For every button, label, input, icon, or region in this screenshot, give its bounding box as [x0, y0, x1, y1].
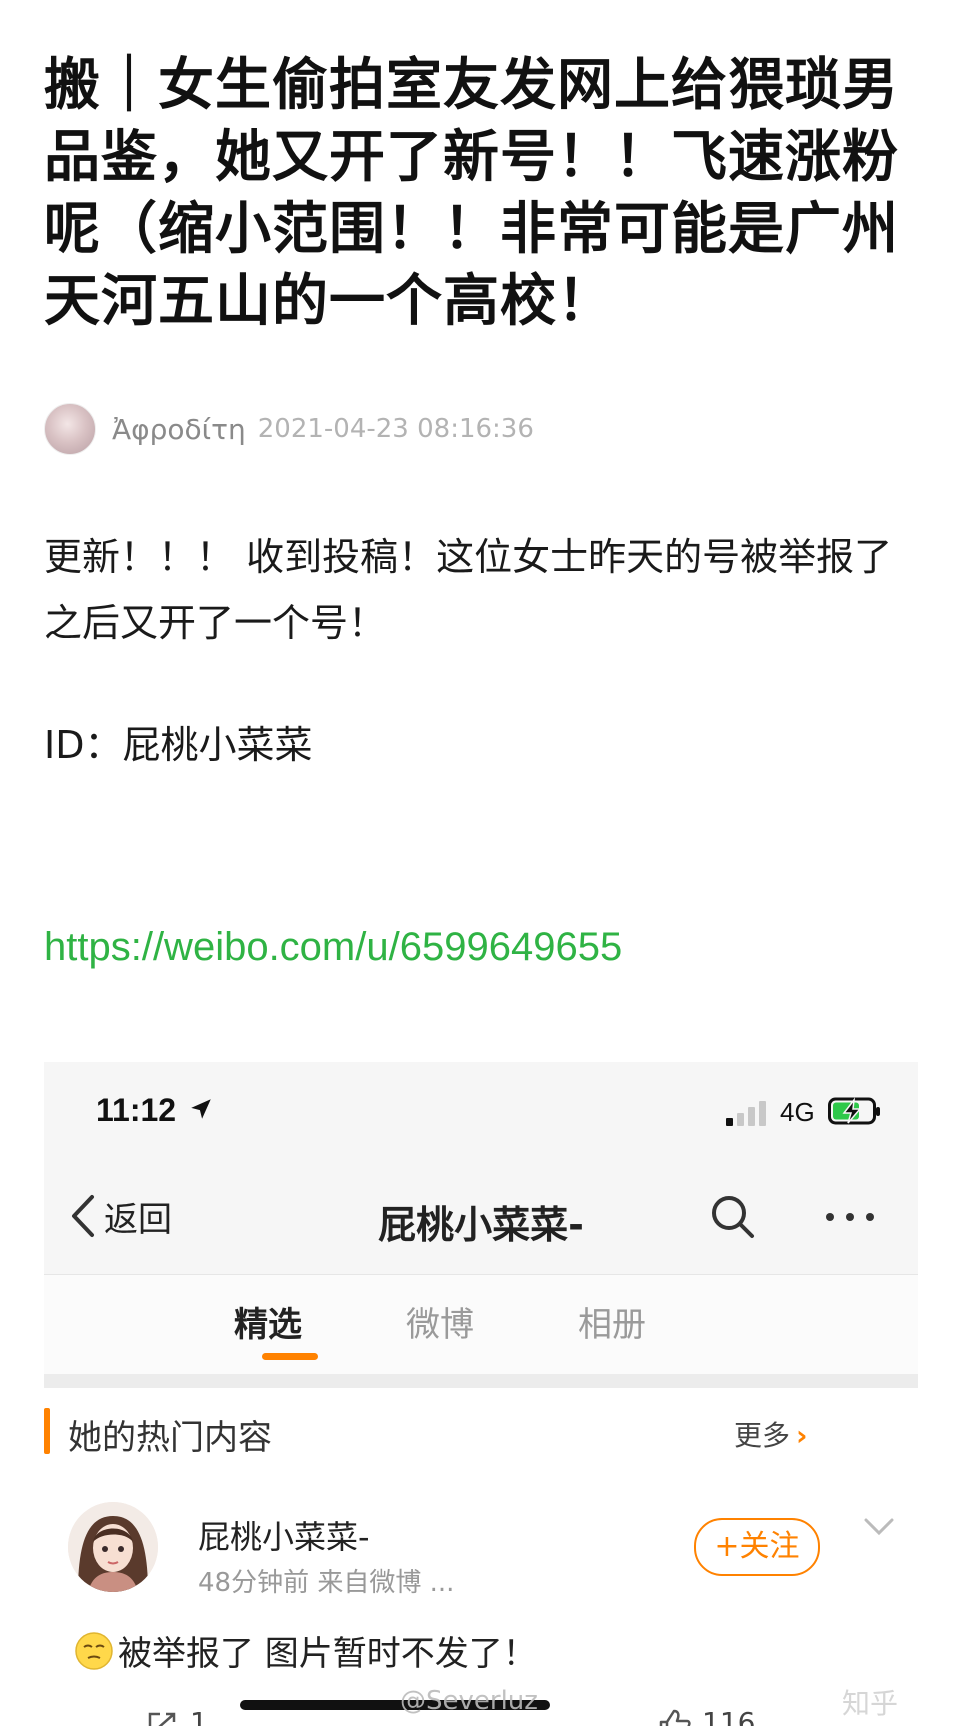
- search-icon[interactable]: [708, 1192, 758, 1242]
- article-paragraph: 更新！！！ 收到投稿！这位女士昨天的号被举报了之后又开了一个号！: [44, 535, 893, 645]
- location-arrow-icon: [191, 1099, 211, 1119]
- embedded-screenshot: 11:12 4G 返回 屁桃小菜菜- 精选 微博 相册 她的热门内容 更多 › …: [44, 1062, 918, 1726]
- post-text-content: 被举报了 图片暂时不发了！: [118, 1634, 537, 1674]
- post-timestamp: 2021-04-23 08:16:36: [257, 414, 534, 444]
- zhihu-watermark: 知乎: [842, 1687, 899, 1720]
- weibo-link[interactable]: https://weibo.com/u/6599649655: [44, 925, 622, 970]
- status-bar: 11:12 4G: [44, 1062, 918, 1162]
- tab-weibo[interactable]: 微博: [406, 1297, 474, 1346]
- section-divider: [44, 1374, 918, 1388]
- chevron-right-icon: ›: [796, 1419, 808, 1452]
- hot-content-header: 她的热门内容 更多 ›: [44, 1388, 918, 1475]
- article-id-line: ID：屁桃小菜菜: [44, 723, 313, 767]
- battery-charging-icon: [828, 1097, 880, 1125]
- more-link[interactable]: 更多 ›: [734, 1414, 808, 1454]
- dropdown-chevron-icon[interactable]: [862, 1516, 896, 1538]
- like-count: 116: [702, 1706, 756, 1726]
- post-text: 被举报了 图片暂时不发了！: [74, 1626, 537, 1675]
- more-label: 更多: [734, 1419, 791, 1452]
- emoji-icon: [75, 1631, 113, 1670]
- weibo-watermark: @Severluz: [400, 1686, 538, 1716]
- author-name[interactable]: Ἀφροδίτη: [112, 413, 246, 446]
- like-icon[interactable]: [658, 1708, 692, 1726]
- network-type: 4G: [780, 1097, 815, 1127]
- post-meta: 48分钟前 来自微博 ...: [198, 1568, 455, 1598]
- follow-button[interactable]: +关注: [694, 1518, 820, 1576]
- section-accent-bar: [44, 1408, 50, 1454]
- profile-tabs: 精选 微博 相册: [44, 1274, 918, 1375]
- tab-album[interactable]: 相册: [578, 1297, 646, 1346]
- author-avatar[interactable]: [44, 403, 96, 455]
- profile-title: 屁桃小菜菜-: [378, 1203, 584, 1247]
- avatar[interactable]: [68, 1502, 158, 1592]
- tab-featured[interactable]: 精选: [234, 1297, 302, 1346]
- signal-icon: [726, 1101, 766, 1126]
- active-tab-indicator: [262, 1353, 318, 1360]
- post-author-name[interactable]: 屁桃小菜菜-: [198, 1512, 370, 1558]
- nav-bar: 返回 屁桃小菜菜-: [44, 1162, 918, 1272]
- status-time: 11:12: [96, 1092, 177, 1128]
- more-dots-icon[interactable]: [820, 1192, 880, 1242]
- hot-content-title: 她的热门内容: [68, 1418, 272, 1458]
- share-count: 1: [190, 1706, 208, 1726]
- article-title: 搬｜女生偷拍室友发网上给猥琐男品鉴，她又开了新号！！飞速涨粉呢（缩小范围！！非常…: [44, 53, 899, 334]
- author-row: Ἀφροδίτη 2021-04-23 08:16:36: [44, 403, 534, 455]
- share-icon[interactable]: [146, 1710, 180, 1726]
